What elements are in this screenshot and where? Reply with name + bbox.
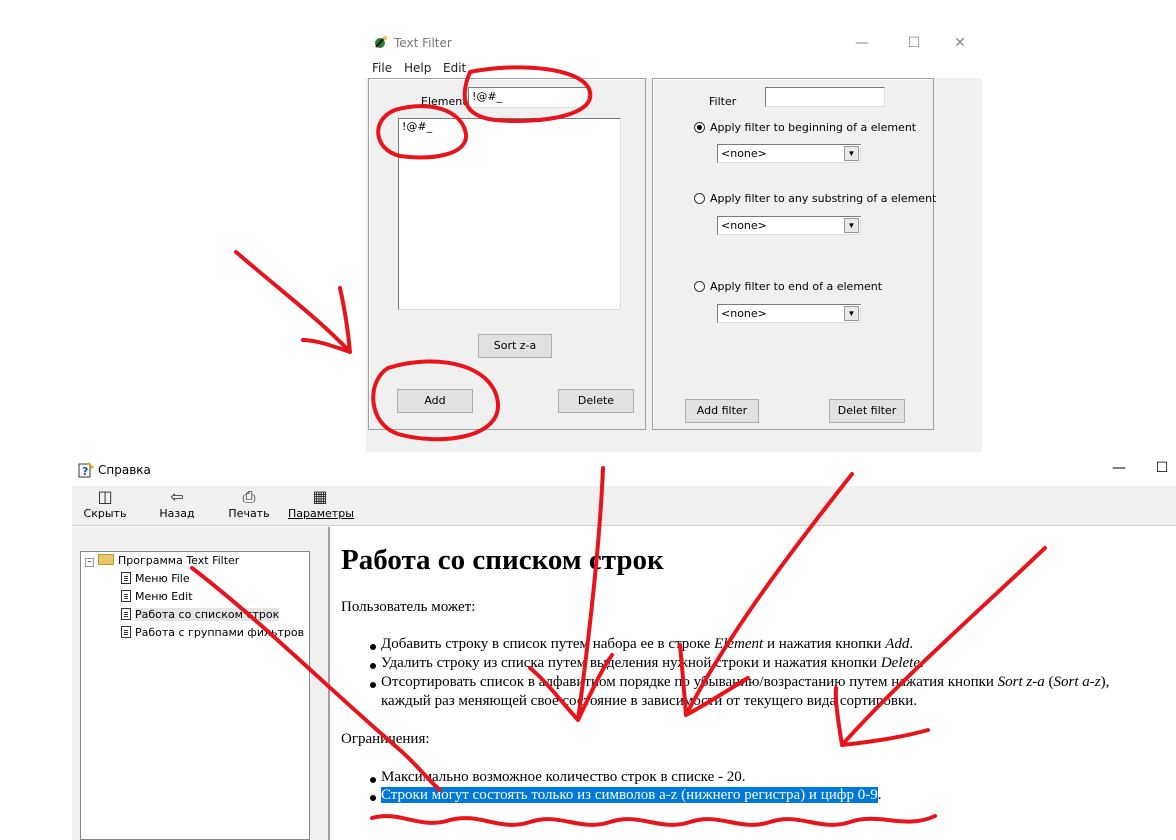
page-icon bbox=[121, 608, 131, 620]
hide-icon: ◫ bbox=[97, 487, 113, 506]
help-window-title: Справка bbox=[98, 463, 151, 477]
sort-button[interactable]: Sort z-a bbox=[478, 334, 552, 358]
annotation-arrow bbox=[234, 250, 352, 354]
page-icon bbox=[121, 590, 131, 602]
combo-end[interactable]: <none> ▼ bbox=[717, 304, 861, 323]
maximize-button[interactable]: ☐ bbox=[902, 33, 926, 53]
help-body: – Программа Text Filter Меню File Меню Ed… bbox=[72, 527, 1176, 840]
page-icon bbox=[121, 572, 131, 584]
add-button[interactable]: Add bbox=[397, 389, 473, 413]
printer-icon: ⎙ bbox=[242, 487, 256, 506]
radio-end[interactable] bbox=[694, 281, 705, 292]
combo-beginning[interactable]: <none> ▼ bbox=[717, 144, 861, 163]
options-label: Параметры bbox=[288, 507, 354, 520]
hide-label: Скрыть bbox=[83, 507, 127, 520]
menu-help[interactable]: Help bbox=[404, 61, 431, 75]
app-icon bbox=[375, 36, 387, 48]
menu-edit[interactable]: Edit bbox=[443, 61, 466, 75]
element-label: Element bbox=[421, 95, 467, 108]
bullet bbox=[370, 682, 376, 688]
delete-filter-button[interactable]: Delet filter bbox=[829, 399, 905, 423]
help-toolbar: ◫ Скрыть ⇦ Назад ⎙ Печать ▦ Параметры bbox=[72, 486, 1176, 526]
list-item-continuation: каждый раз меняющей свое состояние в зав… bbox=[381, 693, 918, 709]
close-button[interactable]: ✕ bbox=[948, 33, 972, 53]
tree-item[interactable]: Меню Edit bbox=[121, 590, 193, 606]
combo-substring-value: <none> bbox=[721, 219, 767, 232]
options-icon: ▦ bbox=[312, 487, 328, 506]
menu-bar: File Help Edit bbox=[366, 58, 982, 78]
list-item: Добавить строку в список путем набора ее… bbox=[381, 636, 914, 652]
dropdown-arrow-icon[interactable]: ▼ bbox=[844, 306, 859, 321]
tree-item-selected[interactable]: Работа со списком строк bbox=[121, 608, 280, 624]
radio-end-label[interactable]: Apply filter to end of a element bbox=[710, 280, 882, 293]
print-button[interactable]: ⎙ Печать bbox=[224, 486, 274, 524]
page-icon bbox=[121, 626, 131, 638]
bullet bbox=[370, 777, 376, 783]
tree-root[interactable]: – Программа Text Filter bbox=[85, 554, 239, 570]
list-panel: Element !@#_ !@#_ Sort z-a Add Delete bbox=[368, 78, 646, 430]
folder-icon bbox=[98, 554, 114, 565]
back-arrow-icon: ⇦ bbox=[170, 487, 184, 506]
print-label: Печать bbox=[228, 507, 270, 520]
intro-text: Пользователь может: bbox=[341, 599, 476, 615]
help-content: Работа со списком строк Пользователь мож… bbox=[328, 527, 1176, 840]
list-item: Удалить строку из списка путем выделения… bbox=[381, 655, 924, 671]
radio-beginning[interactable] bbox=[694, 122, 705, 133]
strings-listbox[interactable]: !@#_ bbox=[398, 118, 621, 310]
list-item-selected: Строки могут состоять только из символов… bbox=[381, 787, 882, 803]
radio-substring-label[interactable]: Apply filter to any substring of a eleme… bbox=[710, 192, 936, 205]
list-item: Максимально возможное количество строк в… bbox=[381, 769, 746, 785]
delete-button[interactable]: Delete bbox=[558, 389, 634, 413]
tree-item[interactable]: Работа с группами фильтров bbox=[121, 626, 304, 642]
list-item: Отсортировать список в алфавитном порядк… bbox=[381, 674, 1110, 690]
tree-item[interactable]: Меню File bbox=[121, 572, 190, 588]
menu-file[interactable]: File bbox=[372, 61, 392, 75]
combo-substring[interactable]: <none> ▼ bbox=[717, 216, 861, 235]
minimize-button[interactable]: — bbox=[850, 33, 874, 53]
back-button[interactable]: ⇦ Назад bbox=[152, 486, 202, 524]
filter-input[interactable] bbox=[765, 87, 885, 107]
restrictions-title: Ограничения: bbox=[341, 731, 430, 747]
bullet bbox=[370, 663, 376, 669]
help-maximize-button[interactable]: ☐ bbox=[1150, 458, 1174, 478]
collapse-icon[interactable]: – bbox=[85, 558, 94, 567]
filter-panel: Filter Apply filter to beginning of a el… bbox=[652, 78, 936, 430]
text-filter-titlebar: Text Filter — ☐ ✕ bbox=[366, 28, 982, 58]
add-filter-button[interactable]: Add filter bbox=[685, 399, 759, 423]
help-icon: ? bbox=[78, 462, 94, 478]
radio-beginning-label[interactable]: Apply filter to beginning of a element bbox=[710, 121, 916, 134]
contents-tree: – Программа Text Filter Меню File Меню Ed… bbox=[80, 551, 310, 840]
bullet bbox=[370, 644, 376, 650]
text-filter-window: Text Filter — ☐ ✕ File Help Edit Element… bbox=[366, 28, 982, 452]
dropdown-arrow-icon[interactable]: ▼ bbox=[844, 146, 859, 161]
combo-beginning-value: <none> bbox=[721, 147, 767, 160]
bullet bbox=[370, 795, 376, 801]
help-minimize-button[interactable]: — bbox=[1107, 458, 1131, 478]
radio-substring[interactable] bbox=[694, 193, 705, 204]
text-filter-client: Element !@#_ !@#_ Sort z-a Add Delete Fi… bbox=[366, 78, 982, 452]
page-title: Работа со списком строк bbox=[341, 544, 664, 576]
list-item[interactable]: !@#_ bbox=[402, 120, 432, 133]
combo-end-value: <none> bbox=[721, 307, 767, 320]
back-label: Назад bbox=[159, 507, 195, 520]
window-title: Text Filter bbox=[394, 36, 452, 50]
filter-label: Filter bbox=[709, 95, 737, 108]
options-button[interactable]: ▦ Параметры bbox=[288, 486, 354, 524]
svg-text:?: ? bbox=[82, 465, 88, 478]
hide-button[interactable]: ◫ Скрыть bbox=[80, 486, 130, 524]
element-input[interactable]: !@#_ bbox=[468, 87, 588, 108]
dropdown-arrow-icon[interactable]: ▼ bbox=[844, 218, 859, 233]
